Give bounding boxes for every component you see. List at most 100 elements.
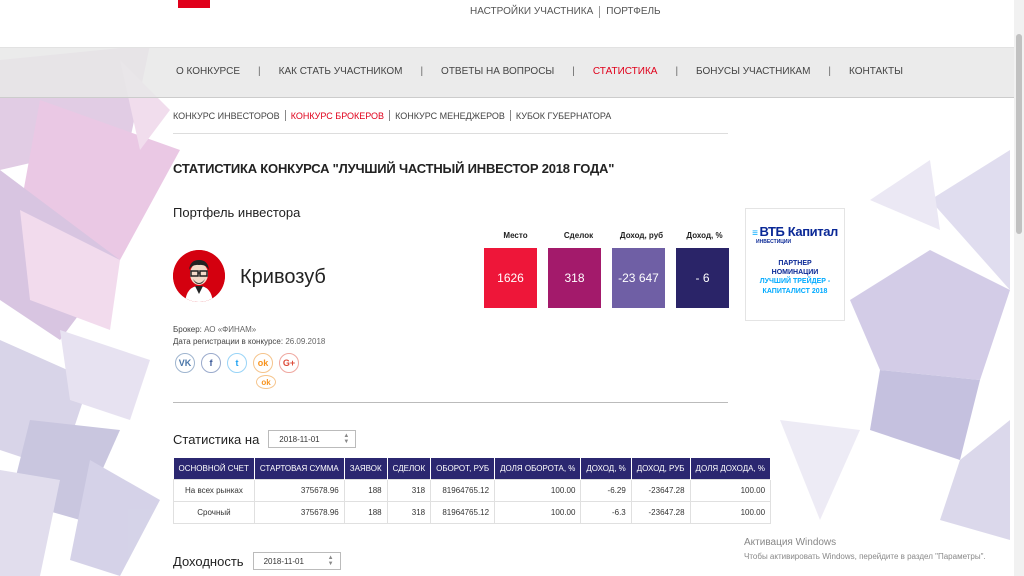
stats-header: Статистика на 2018-11-01 ▲ ▼ <box>173 430 357 448</box>
scrollbar-thumb[interactable] <box>1016 34 1022 234</box>
table-header-row: ОСНОВНОЙ СЧЕТ СТАРТОВАЯ СУММА ЗАЯВОК СДЕ… <box>173 458 772 479</box>
col-main-account: ОСНОВНОЙ СЧЕТ <box>173 458 255 479</box>
nav-separator: | <box>828 66 832 77</box>
participant-settings-link[interactable]: НАСТРОЙКИ УЧАСТНИКА <box>464 6 599 18</box>
broker-label: Брокер: <box>173 325 202 334</box>
deals-label: Сделок <box>563 231 594 240</box>
table-cell: -6.29 <box>580 478 632 502</box>
table-cell: -23647.28 <box>630 500 691 524</box>
odnoklassniki-icon[interactable]: ok <box>253 353 273 373</box>
windows-activation-watermark: Активация Windows Чтобы активировать Win… <box>744 537 986 561</box>
subnav-managers[interactable]: КОНКУРС МЕНЕДЖЕРОВ <box>395 111 505 121</box>
income-pct-tile: - 6 <box>676 248 729 308</box>
nav-faq[interactable]: ОТВЕТЫ НА ВОПРОСЫ <box>441 66 554 77</box>
subnav-investors[interactable]: КОНКУРС ИНВЕСТОРОВ <box>173 111 280 121</box>
registration-value: 26.09.2018 <box>285 337 326 346</box>
registration-label: Дата регистрации в конкурсе: <box>173 337 284 346</box>
table-cell: -23647.28 <box>630 478 691 502</box>
google-plus-icon[interactable]: G+ <box>279 353 299 373</box>
table-cell: 375678.96 <box>253 500 345 524</box>
table-cell: 375678.96 <box>253 478 345 502</box>
top-nav: НАСТРОЙКИ УЧАСТНИКА ПОРТФЕЛЬ <box>464 6 667 18</box>
nav-separator: | <box>675 66 679 77</box>
col-income-pct: ДОХОД, % <box>580 458 632 479</box>
twitter-icon[interactable]: t <box>227 353 247 373</box>
table-cell: 81964765.12 <box>430 478 496 502</box>
summary-tiles: 1626 318 -23 647 - 6 <box>484 248 729 308</box>
investor-name: Кривозуб <box>240 266 326 288</box>
deals-tile: 318 <box>548 248 601 308</box>
nav-about[interactable]: О КОНКУРСЕ <box>176 66 240 77</box>
table-cell: 188 <box>343 478 388 502</box>
banner-nomination: ЛУЧШИЙ ТРЕЙДЕР - КАПИТАЛИСТ 2018 <box>759 278 831 295</box>
table-cell: 318 <box>386 478 432 502</box>
subnav-separator <box>284 110 286 121</box>
sub-nav: КОНКУРС ИНВЕСТОРОВ КОНКУРС БРОКЕРОВ КОНК… <box>173 110 611 121</box>
stats-table: ОСНОВНОЙ СЧЕТ СТАРТОВАЯ СУММА ЗАЯВОК СДЕ… <box>173 458 772 524</box>
income-rub-label: Доход, руб <box>619 231 664 240</box>
nav-separator: | <box>572 66 575 77</box>
table-cell: 100.00 <box>689 478 772 502</box>
nav-statistics[interactable]: СТАТИСТИКА <box>593 66 658 77</box>
main-nav: О КОНКУРСЕ | КАК СТАТЬ УЧАСТНИКОМ | ОТВЕ… <box>0 48 1014 98</box>
col-orders: ЗАЯВОК <box>344 458 388 479</box>
nav-how-to-join[interactable]: КАК СТАТЬ УЧАСТНИКОМ <box>279 66 403 77</box>
investor-meta: Брокер: АО «ФИНАМ» Дата регистрации в ко… <box>173 324 325 348</box>
avatar <box>173 250 225 302</box>
nav-separator: | <box>420 66 424 77</box>
stats-date-input[interactable]: 2018-11-01 ▲ ▼ <box>268 430 357 448</box>
nav-separator: | <box>258 66 261 77</box>
subnav-brokers[interactable]: КОНКУРС БРОКЕРОВ <box>291 111 384 121</box>
col-turnover: ОБОРОТ, РУБ <box>430 458 496 479</box>
activation-text: Чтобы активировать Windows, перейдите в … <box>744 552 986 561</box>
subnav-governor-cup[interactable]: КУБОК ГУБЕРНАТОРА <box>516 111 611 121</box>
place-label: Место <box>503 231 528 240</box>
col-income-share: ДОЛЯ ДОХОДА, % <box>690 458 772 479</box>
section-divider <box>173 402 728 403</box>
activation-title: Активация Windows <box>744 537 837 548</box>
subnav-divider <box>173 133 728 134</box>
broker-value: АО «ФИНАМ» <box>204 325 257 334</box>
vk-icon[interactable]: VK <box>175 353 195 373</box>
banner-partner: ПАРТНЕР НОМИНАЦИИ <box>771 260 819 276</box>
table-cell: -6.3 <box>580 500 632 524</box>
banner-brand-sub: ИНВЕСТИЦИИ <box>756 239 792 245</box>
col-start-sum: СТАРТОВАЯ СУММА <box>254 458 345 479</box>
income-date-input[interactable]: 2018-11-01 ▲ ▼ <box>252 552 341 570</box>
date-spinner-icon[interactable]: ▲ ▼ <box>343 433 349 445</box>
logo[interactable] <box>178 0 210 8</box>
portfolio-link[interactable]: ПОРТФЕЛЬ <box>600 6 666 18</box>
col-deals: СДЕЛОК <box>387 458 432 479</box>
vtb-logo-icon: ≡ <box>752 228 758 239</box>
vtb-partner-banner[interactable]: ≡ ВТБ Капитал ИНВЕСТИЦИИ ПАРТНЕР НОМИНАЦИ… <box>745 208 845 321</box>
top-header: НАСТРОЙКИ УЧАСТНИКА ПОРТФЕЛЬ <box>0 0 1014 48</box>
page-scrollbar[interactable] <box>1014 0 1024 576</box>
table-row: Срочный 375678.96 188 318 81964765.12 10… <box>173 500 772 524</box>
facebook-icon[interactable]: f <box>201 353 221 373</box>
table-cell: 100.00 <box>494 500 582 524</box>
social-share: VK f t ok G+ <box>175 353 299 373</box>
subnav-separator <box>509 110 511 121</box>
banner-brand: ≡ ВТБ Капитал <box>752 224 838 239</box>
avatar-person-icon <box>173 250 225 302</box>
stats-title: Статистика на <box>173 431 260 447</box>
odnoklassniki-extra-icon[interactable]: ok <box>256 375 276 389</box>
income-rub-tile: -23 647 <box>612 248 665 308</box>
col-income-rub: ДОХОД, РУБ <box>631 458 691 479</box>
nav-bonuses[interactable]: БОНУСЫ УЧАСТНИКАМ <box>696 66 810 77</box>
date-spinner-icon[interactable]: ▲ ▼ <box>328 555 334 567</box>
income-title: Доходность <box>173 553 244 569</box>
summary-labels: Место Сделок Доход, руб Доход, % <box>484 231 736 240</box>
col-turnover-share: ДОЛЯ ОБОРОТА, % <box>494 458 582 479</box>
table-row: На всех рынках 375678.96 188 318 8196476… <box>173 478 772 502</box>
table-cell: 100.00 <box>689 500 772 524</box>
table-cell: На всех рынках <box>173 478 255 502</box>
table-cell: Срочный <box>173 500 255 524</box>
table-cell: 100.00 <box>494 478 582 502</box>
page-title: СТАТИСТИКА КОНКУРСА "ЛУЧШИЙ ЧАСТНЫЙ ИНВЕ… <box>173 161 615 176</box>
table-cell: 81964765.12 <box>430 500 496 524</box>
nav-contacts[interactable]: КОНТАКТЫ <box>849 66 903 77</box>
subnav-separator <box>389 110 391 121</box>
income-pct-label: Доход, % <box>686 231 723 240</box>
income-header: Доходность 2018-11-01 ▲ ▼ <box>173 552 341 570</box>
